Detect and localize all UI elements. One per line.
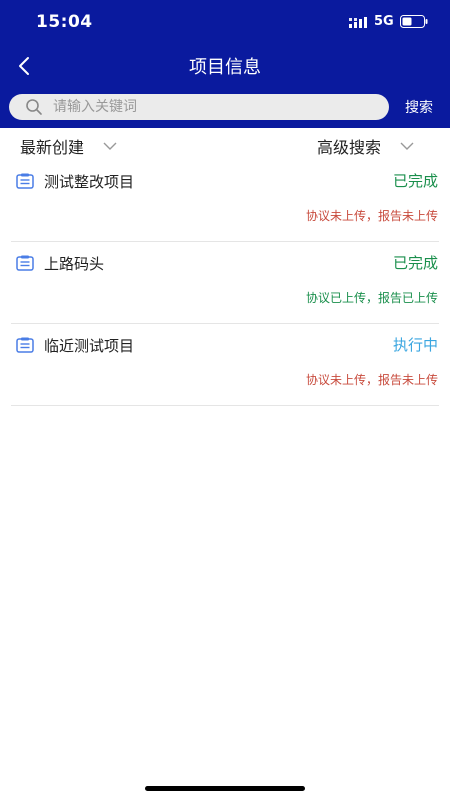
search-button[interactable]: 搜索 [396,97,442,117]
project-item[interactable]: 测试整改项目 已完成 协议未上传，报告未上传 [11,160,439,242]
report-status: 报告未上传 [377,209,438,223]
network-label: 5G [374,14,394,29]
upload-status: 协议未上传，报告未上传 [306,371,438,388]
separator: ， [365,209,378,223]
agreement-status: 协议未上传 [305,373,366,387]
status-time: 15:04 [36,12,93,32]
filter-bar: 最新创建 高级搜索 [0,128,450,160]
sort-dropdown[interactable]: 最新创建 [20,134,117,157]
advanced-search-label: 高级搜索 [317,138,382,157]
upload-status: 协议已上传，报告已上传 [306,289,438,306]
status-bar: 15:04 5G [0,0,450,44]
search-input[interactable] [53,96,373,118]
document-icon [16,173,34,189]
project-status: 已完成 [392,254,438,272]
report-status: 报告未上传 [377,373,438,387]
battery-icon [400,15,428,28]
search-icon [26,99,42,115]
separator: ， [365,291,378,305]
project-status: 已完成 [392,172,438,190]
signal-icon [349,17,367,28]
header: 15:04 5G 项目信息 搜索 [0,0,450,128]
upload-status: 协议未上传，报告未上传 [306,207,438,224]
separator: ， [365,373,378,387]
project-name: 上路码头 [44,255,105,273]
project-status: 执行中 [392,336,438,354]
project-list: 测试整改项目 已完成 协议未上传，报告未上传 上路码头 已完成 协议已上传，报告… [11,160,439,406]
chevron-down-icon [400,142,414,150]
sort-label: 最新创建 [20,138,85,157]
report-status: 报告已上传 [377,291,438,305]
home-indicator [145,786,305,791]
document-icon [16,255,34,271]
advanced-search-dropdown[interactable]: 高级搜索 [317,134,414,157]
chevron-down-icon [103,142,117,150]
project-name: 测试整改项目 [44,173,135,191]
agreement-status: 协议未上传 [305,209,366,223]
document-icon [16,337,34,353]
project-name: 临近测试项目 [44,337,135,355]
search-box[interactable] [9,94,389,120]
project-item[interactable]: 上路码头 已完成 协议已上传，报告已上传 [11,242,439,324]
page-title: 项目信息 [189,57,261,78]
project-item[interactable]: 临近测试项目 执行中 协议未上传，报告未上传 [11,324,439,406]
agreement-status: 协议已上传 [305,291,366,305]
